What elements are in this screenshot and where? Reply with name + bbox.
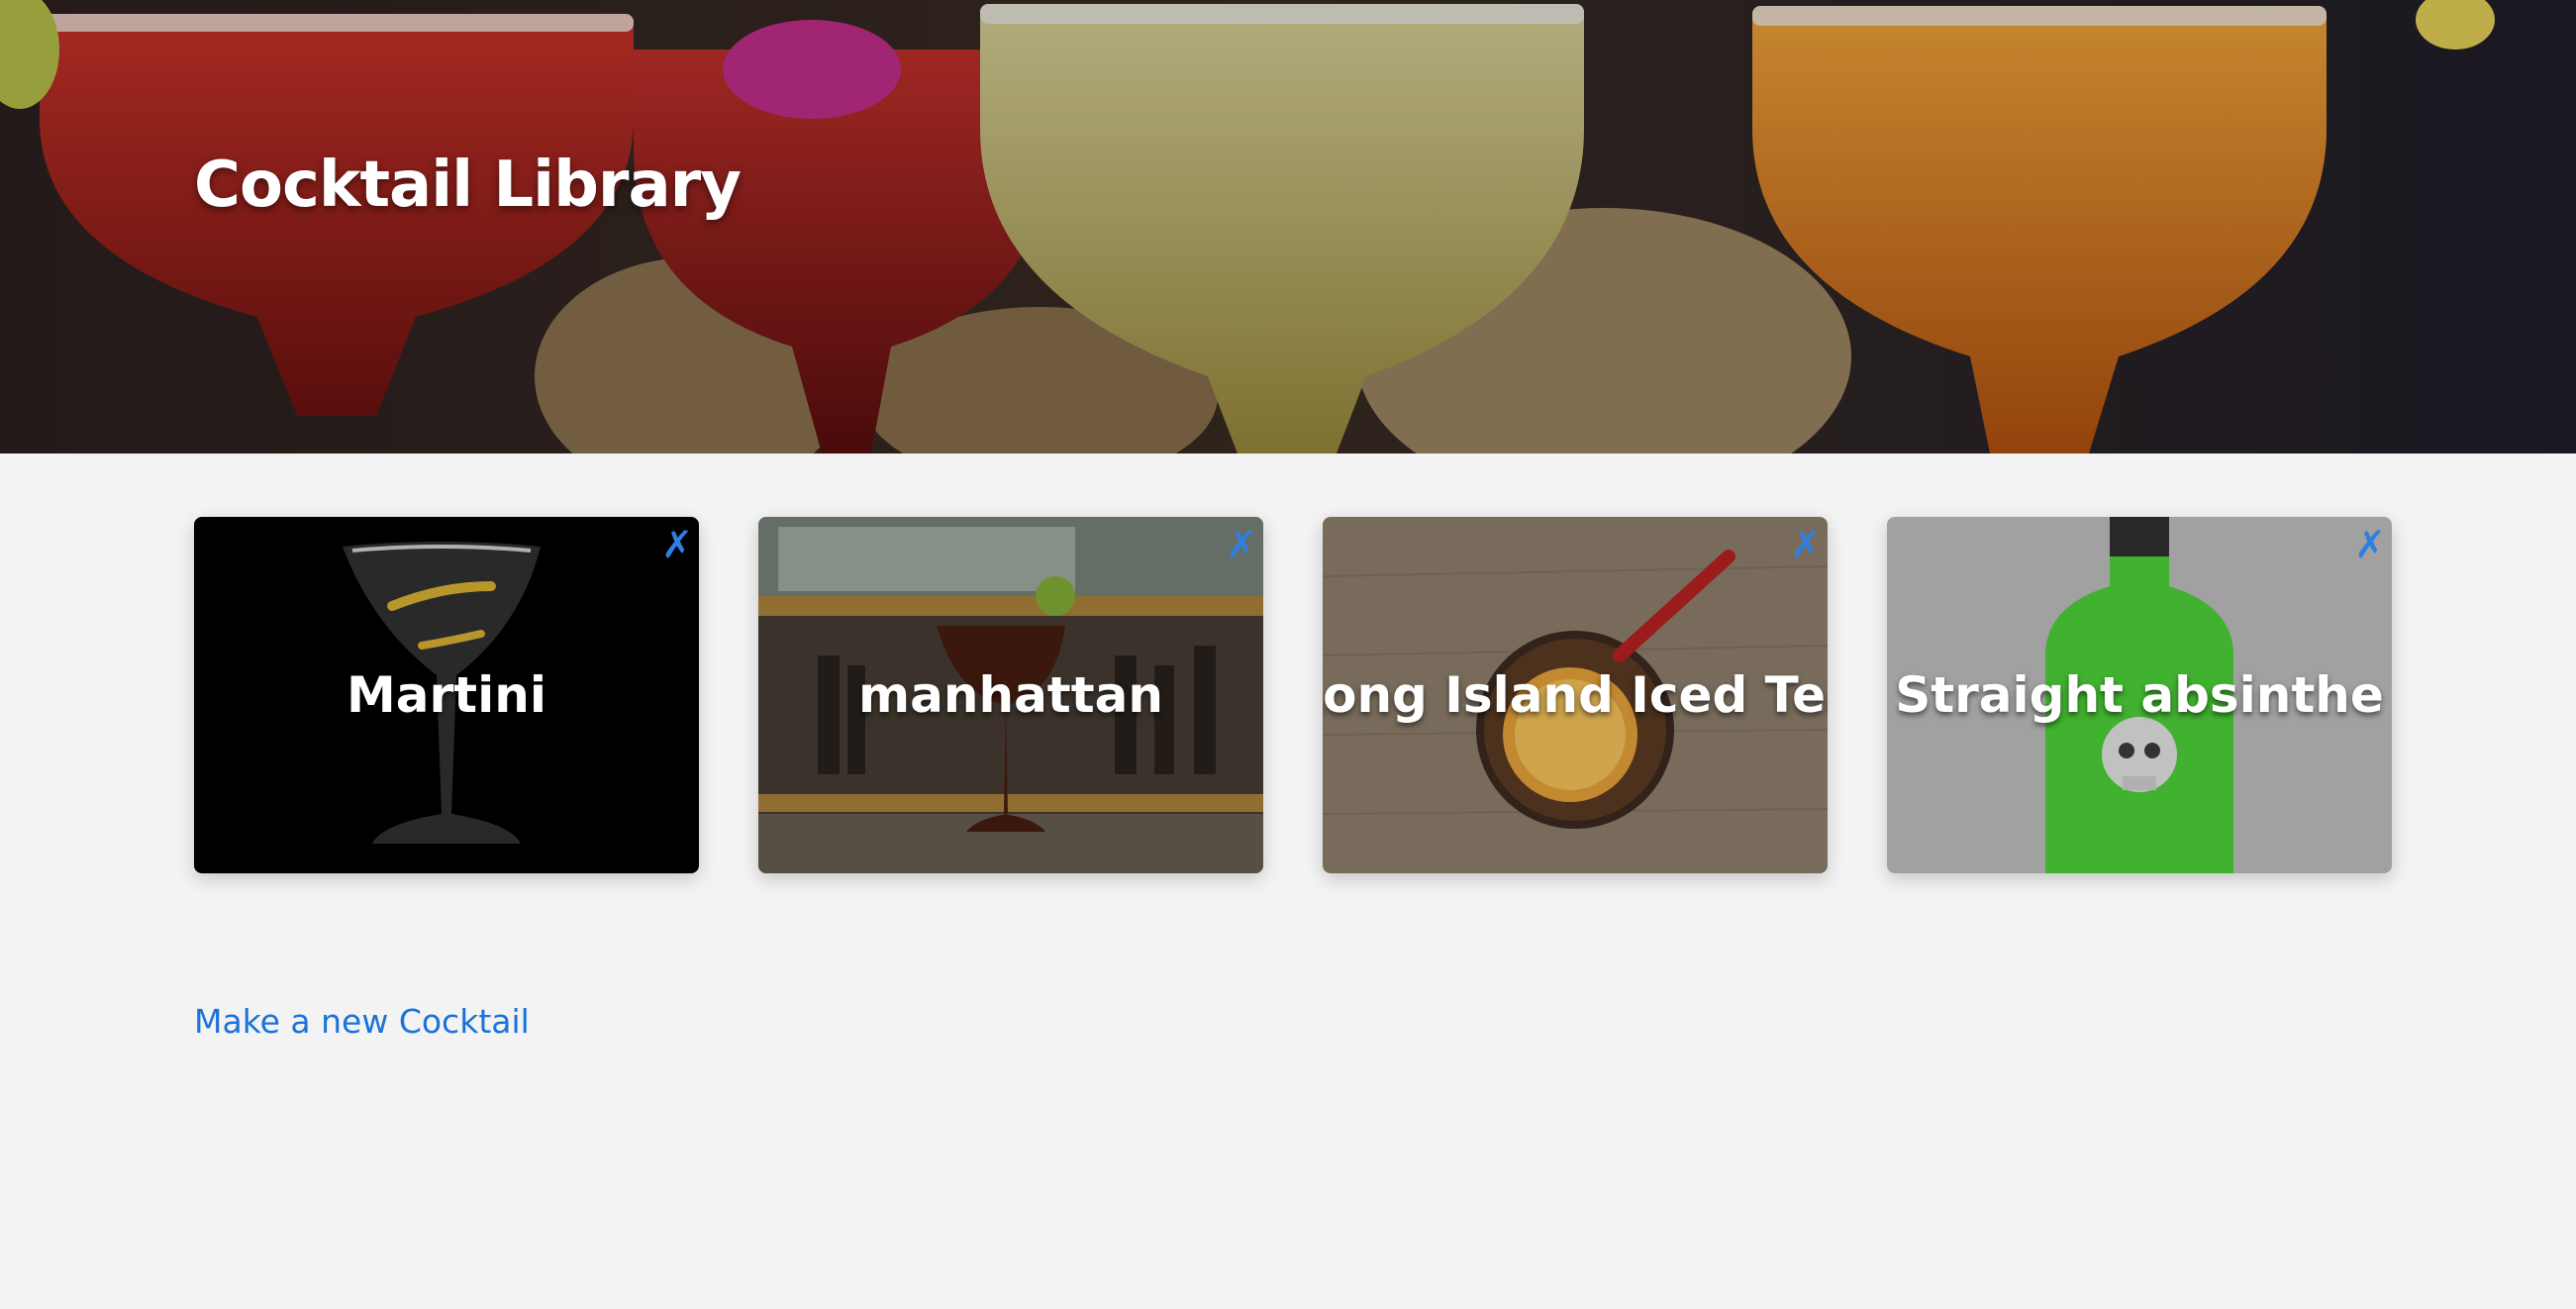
cocktail-card-long-island-iced-tea[interactable]: Long Island Iced Tea ✗ [1323,517,1828,873]
cocktail-name: manhattan [858,666,1163,724]
cocktail-name: Martini [347,666,546,724]
cocktail-grid: Martini ✗ manhattan ✗ ong Island Iced Te… [194,517,2392,873]
delete-icon[interactable]: ✗ [2350,523,2390,566]
cocktail-name: Straight absinthe [1895,666,2384,724]
cocktail-card-manhattan[interactable]: manhattan ✗ [758,517,1263,873]
delete-icon[interactable]: ✗ [1222,523,1261,566]
cocktail-card-straight-absinthe[interactable]: Straight absinthe ✗ [1887,517,2392,873]
delete-icon[interactable]: ✗ [1786,523,1826,566]
page-title: Cocktail Library [194,149,742,222]
cocktail-card-martini[interactable]: Martini ✗ [194,517,699,873]
hero-overlay [0,0,2576,453]
hero-banner: Cocktail Library [0,0,2576,453]
new-cocktail-link[interactable]: Make a new Cocktail [194,1002,530,1041]
cocktail-name: Long Island Iced Tea [1323,666,1828,724]
delete-icon[interactable]: ✗ [657,523,697,566]
